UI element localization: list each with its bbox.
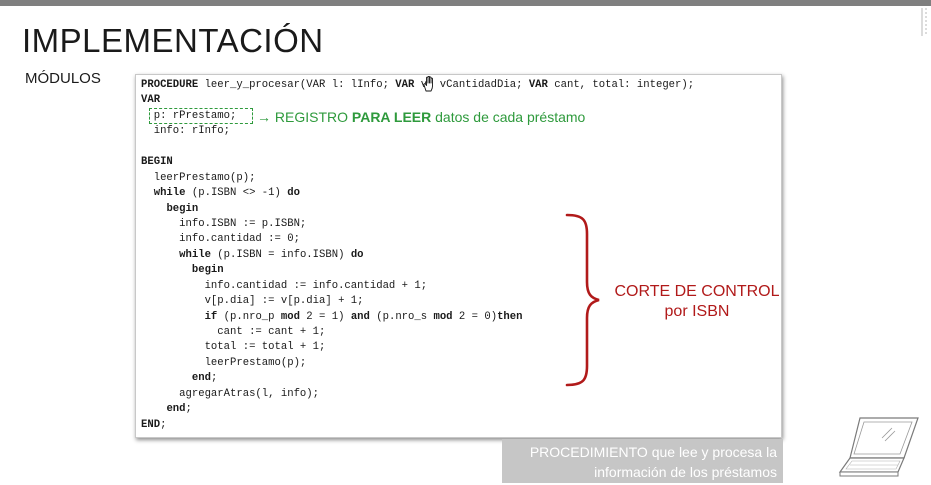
code-line: total := total + 1; xyxy=(141,340,694,355)
laptop-icon xyxy=(838,414,920,485)
code-token: while xyxy=(153,187,186,200)
code-token: info.cantidad := 0; xyxy=(141,233,300,246)
corte-line-2: por ISBN xyxy=(664,303,730,320)
code-token: begin xyxy=(166,202,199,215)
code-line: begin xyxy=(141,202,694,217)
arrow-right-icon: → xyxy=(257,109,271,125)
code-line: VAR xyxy=(141,93,694,108)
code-token: mod xyxy=(433,310,453,323)
code-token: leerPrestamo(p); xyxy=(141,171,256,184)
code-token: ; xyxy=(160,418,167,431)
code-token: 2 = 0) xyxy=(452,310,498,323)
code-token: info.cantidad := info.cantidad + 1; xyxy=(141,279,428,292)
code-token: end xyxy=(166,403,186,416)
code-token: BEGIN xyxy=(141,156,173,169)
code-line: PROCEDURE leer_y_procesar(VAR l: lInfo; … xyxy=(141,78,694,93)
code-line: leerPrestamo(p); xyxy=(141,356,694,371)
code-token: cant, total: integer); xyxy=(547,79,695,91)
code-line: end; xyxy=(141,371,694,386)
code-token: PROCEDURE xyxy=(141,79,199,91)
code-token: info: rInfo; xyxy=(141,125,231,138)
code-token: (p.nro_s xyxy=(369,310,434,323)
code-token: (p.nro_p xyxy=(217,310,281,323)
top-bar xyxy=(0,0,931,6)
slide-subtitle: MÓDULOS xyxy=(25,70,101,87)
code-token: ; xyxy=(210,372,218,385)
code-token: (p.ISBN <> -1) xyxy=(185,187,288,200)
registro-text-2: datos de cada préstamo xyxy=(431,109,586,125)
caption-box: PROCEDIMIENTO que lee y procesa la infor… xyxy=(502,439,783,483)
curly-brace-graphic xyxy=(565,213,600,387)
code-token: ; xyxy=(185,403,192,416)
corte-de-control-annotation: CORTE DE CONTROL por ISBN xyxy=(602,282,792,322)
code-token: leer_y_procesar(VAR l: lInfo; xyxy=(198,79,396,91)
registro-text-bold: PARA LEER xyxy=(351,109,432,125)
code-token: cant := cant + 1; xyxy=(141,326,326,338)
registro-text-1: REGISTRO xyxy=(274,109,352,125)
code-token: 2 = 1) xyxy=(299,310,351,323)
code-line: info.cantidad := 0; xyxy=(141,232,694,247)
code-line: leerPrestamo(p); xyxy=(141,171,694,186)
scroll-marker-graphic xyxy=(921,8,928,36)
code-line: END; xyxy=(141,418,694,433)
code-listing: PROCEDURE leer_y_procesar(VAR l: lInfo; … xyxy=(141,78,694,433)
code-token: VAR xyxy=(395,79,415,91)
code-token: while xyxy=(179,248,211,261)
caption-line-2: información de los préstamos xyxy=(594,464,777,480)
code-line: end; xyxy=(141,402,694,417)
caption-line-1: PROCEDIMIENTO que lee y procesa la xyxy=(529,444,777,460)
code-token: info.ISBN := p.ISBN; xyxy=(141,217,307,230)
code-token: v[p.dia] := v[p.dia] + 1; xyxy=(141,295,364,308)
hand-cursor-graphic xyxy=(423,75,433,92)
code-screenshot: PROCEDURE leer_y_procesar(VAR l: lInfo; … xyxy=(135,74,782,438)
code-line: while (p.ISBN = info.ISBN) do xyxy=(141,248,694,263)
code-token: agregarAtras(l, info); xyxy=(141,387,320,400)
code-token: if xyxy=(204,310,218,323)
registro-annotation: → REGISTRO PARA LEER datos de cada prést… xyxy=(257,109,585,125)
variable-highlight-box xyxy=(149,108,253,124)
code-line: agregarAtras(l, info); xyxy=(141,387,694,402)
code-token: total := total + 1; xyxy=(141,341,326,354)
code-token: and xyxy=(350,310,370,323)
curly-brace-icon xyxy=(565,212,601,393)
code-token: VAR xyxy=(528,79,548,91)
corte-line-1: CORTE DE CONTROL xyxy=(614,283,780,300)
code-line: BEGIN xyxy=(141,155,694,170)
code-token: end xyxy=(191,372,211,385)
laptop-graphic xyxy=(838,417,919,477)
code-token: do xyxy=(350,248,364,261)
code-line: info.ISBN := p.ISBN; xyxy=(141,217,694,232)
hand-cursor-icon xyxy=(422,75,436,97)
code-line: while (p.ISBN <> -1) do xyxy=(141,186,694,201)
code-token: begin xyxy=(191,264,224,277)
code-token: do xyxy=(287,187,300,200)
code-token: (p.ISBN = info.ISBN) xyxy=(210,248,351,261)
code-line: info: rInfo; xyxy=(141,124,694,139)
scroll-marker xyxy=(920,8,930,36)
slide-title: IMPLEMENTACIÓN xyxy=(22,22,324,59)
code-token: then xyxy=(497,310,523,323)
code-line: cant := cant + 1; xyxy=(141,325,694,340)
code-line: begin xyxy=(141,263,694,278)
code-token: leerPrestamo(p); xyxy=(141,356,307,369)
code-token: mod xyxy=(280,310,300,323)
code-token: VAR xyxy=(141,94,161,107)
code-token: END xyxy=(141,418,161,431)
